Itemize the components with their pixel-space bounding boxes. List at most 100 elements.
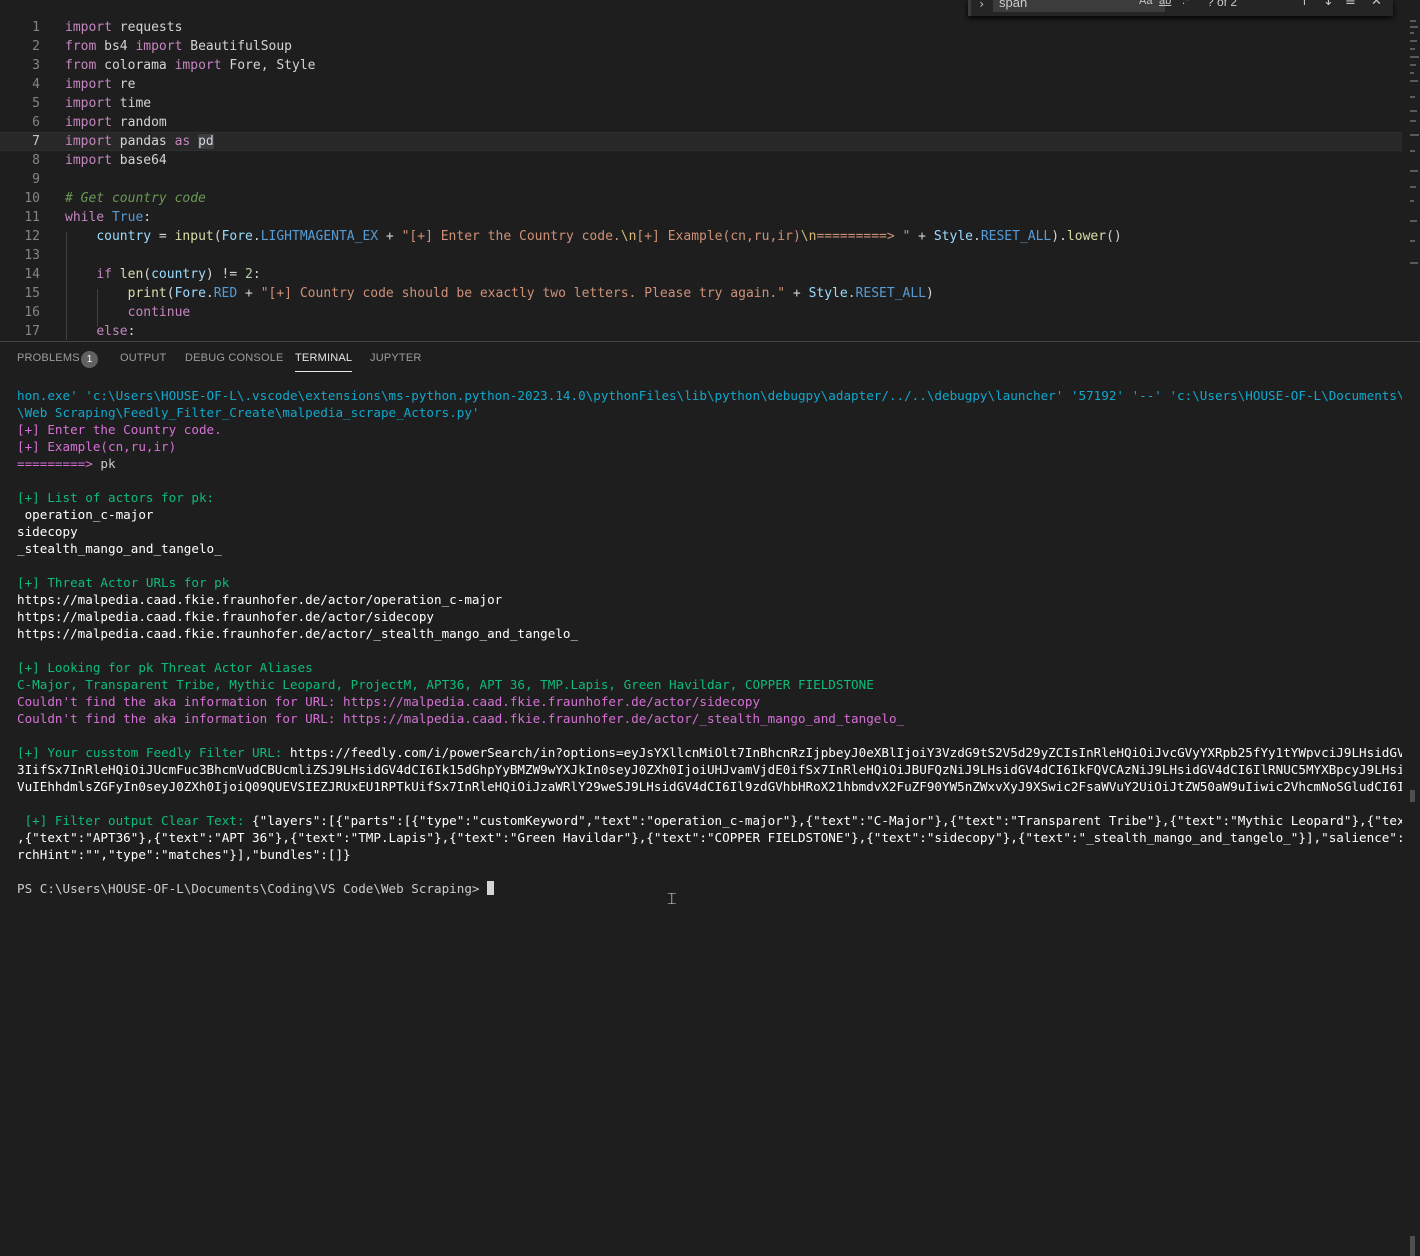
arrow-down-icon[interactable]: ↓ (1323, 0, 1334, 9)
tab-debug-console[interactable]: DEBUG CONSOLE (185, 352, 284, 364)
line-number: 8 (32, 153, 40, 168)
code-line[interactable]: 16 continue (0, 303, 1402, 322)
terminal-text: rchHint":"","type":"matches"}],"bundles"… (17, 847, 351, 862)
code-token: ( (213, 229, 222, 244)
terminal-text: _stealth_mango_and_tangelo_ (17, 541, 222, 556)
match-case-button[interactable]: Aa (1139, 0, 1152, 7)
code-text: while True: (65, 208, 151, 227)
line-number: 13 (24, 248, 40, 263)
terminal-text: https://malpedia.caad.fkie.fraunhofer.de… (17, 609, 435, 624)
line-number: 11 (24, 210, 40, 225)
code-token: import (65, 115, 112, 130)
terminal-text: [+] Filter output Clear Text: (17, 813, 253, 828)
code-token: Fore, Style (221, 58, 316, 73)
terminal-text: [+] Threat Actor URLs for pk (17, 575, 230, 590)
minimap-line (1410, 120, 1416, 122)
code-token: \n (800, 229, 817, 244)
code-line[interactable]: 9 (0, 170, 1402, 189)
terminal-text: =========> (17, 456, 101, 471)
line-number: 2 (32, 39, 40, 54)
code-line[interactable]: 7 import pandas as pd (0, 132, 1402, 151)
terminal-line: https://malpedia.caad.fkie.fraunhofer.de… (17, 591, 1402, 608)
scrollbar-thumb[interactable] (1410, 790, 1415, 802)
terminal-text: ,{"text":"APT36"},{"text":"APT 36"},{"te… (17, 830, 1402, 845)
line-number: 6 (32, 115, 40, 130)
arrow-up-icon[interactable]: ↑ (1299, 0, 1310, 9)
terminal-line: Couldn't find the aka information for UR… (17, 710, 1402, 727)
terminal-scrollbar[interactable] (1407, 790, 1417, 1256)
code-line[interactable]: 2 from bs4 import BeautifulSoup (0, 37, 1402, 56)
code-line[interactable]: 4 import re (0, 75, 1402, 94)
tab-jupyter[interactable]: JUPYTER (370, 352, 422, 364)
code-text: import re (65, 75, 135, 94)
code-line[interactable]: 5 import time (0, 94, 1402, 113)
code-token: \n (620, 229, 637, 244)
code-token: Fore (221, 229, 253, 244)
code-token: import (135, 39, 183, 54)
tab-problems[interactable]: PROBLEMS (17, 352, 80, 364)
code-token: . (972, 229, 981, 244)
minimap-line (1410, 200, 1414, 202)
whole-word-button[interactable]: ab (1159, 0, 1171, 7)
regex-button[interactable]: .* (1182, 0, 1189, 7)
code-token: import (65, 153, 112, 168)
terminal-output[interactable]: hon.exe' 'c:\Users\HOUSE-OF-L\.vscode\ex… (17, 387, 1402, 897)
code-token: BeautifulSoup (182, 39, 292, 54)
code-text: from colorama import Fore, Style (65, 56, 315, 75)
terminal-line: sidecopy (17, 523, 1402, 540)
code-token: ( (143, 267, 152, 282)
terminal-text: {"layers":[{"parts":[{"type":"customKeyw… (252, 813, 1402, 828)
terminal-line: [+] List of actors for pk: (17, 489, 1402, 506)
code-line[interactable]: 11 while True: (0, 208, 1402, 227)
code-line[interactable]: 17 else: (0, 322, 1402, 340)
code-line[interactable]: 14 if len(country) != 2: (0, 265, 1402, 284)
find-in-selection-icon[interactable]: ≡ (1345, 0, 1356, 9)
scrollbar-thumb[interactable] (1410, 1236, 1415, 1256)
code-line[interactable]: 13 (0, 246, 1402, 265)
chevron-right-icon[interactable]: › (978, 0, 985, 11)
code-token: = (151, 229, 175, 244)
code-line[interactable]: 12 country = input(Fore.LIGHTMAGENTA_EX … (0, 227, 1402, 246)
terminal-line: [+] Your cusstom Feedly Filter URL: http… (17, 744, 1402, 761)
line-number: 12 (24, 229, 40, 244)
code-line[interactable]: 6 import random (0, 113, 1402, 132)
code-token: print (127, 286, 167, 301)
minimap-line (1410, 110, 1417, 112)
minimap[interactable] (1408, 0, 1420, 340)
code-token: bs4 (96, 39, 136, 54)
code-line[interactable]: 15 print(Fore.RED + "[+] Country code sh… (0, 284, 1402, 303)
code-token: import (65, 77, 112, 92)
terminal-text: [+] Your cusstom Feedly Filter URL: (17, 745, 290, 760)
code-line[interactable]: 10 # Get country code (0, 189, 1402, 208)
code-line[interactable]: 8 import base64 (0, 151, 1402, 170)
code-token: 2 (245, 267, 253, 282)
terminal-text: sidecopy (17, 524, 78, 539)
code-token: Fore (174, 286, 206, 301)
code-line[interactable]: 3 from colorama import Fore, Style (0, 56, 1402, 75)
code-token: ) (926, 286, 934, 301)
terminal-line: _stealth_mango_and_tangelo_ (17, 540, 1402, 557)
close-icon[interactable]: ✕ (1371, 0, 1382, 9)
code-token: len (119, 267, 144, 282)
terminal-text: \Web Scraping\Feedly_Filter_Create\malpe… (17, 405, 480, 420)
problems-count-badge: 1 (81, 351, 98, 368)
tab-output[interactable]: OUTPUT (120, 352, 166, 364)
terminal-text: pk (100, 456, 116, 471)
code-token: + (910, 229, 934, 244)
minimap-line (1410, 32, 1414, 34)
terminal-cursor (487, 881, 495, 895)
find-widget[interactable]: › span Aa ab .* ? of 2 ↑ ↓ ≡ ✕ (968, 0, 1393, 16)
code-line[interactable]: 1 import requests (0, 18, 1402, 37)
code-editor[interactable]: 1 import requests 2 from bs4 import Beautif… (0, 0, 1420, 340)
terminal-text: 3IifSx7InRleHQiOiJUcmFuc3BhcmVudCBUcmliZ… (17, 762, 1402, 777)
terminal-line: [+] Enter the Country code. (17, 421, 1402, 438)
code-token: lower (1066, 229, 1107, 244)
terminal-text: [+] List of actors for pk: (17, 490, 215, 505)
code-token: RESET_ALL (855, 286, 926, 301)
code-token: random (111, 115, 167, 130)
match-count: ? of 2 (1207, 0, 1238, 9)
tab-terminal[interactable]: TERMINAL (295, 352, 353, 372)
code-token: =========> " (816, 229, 911, 244)
